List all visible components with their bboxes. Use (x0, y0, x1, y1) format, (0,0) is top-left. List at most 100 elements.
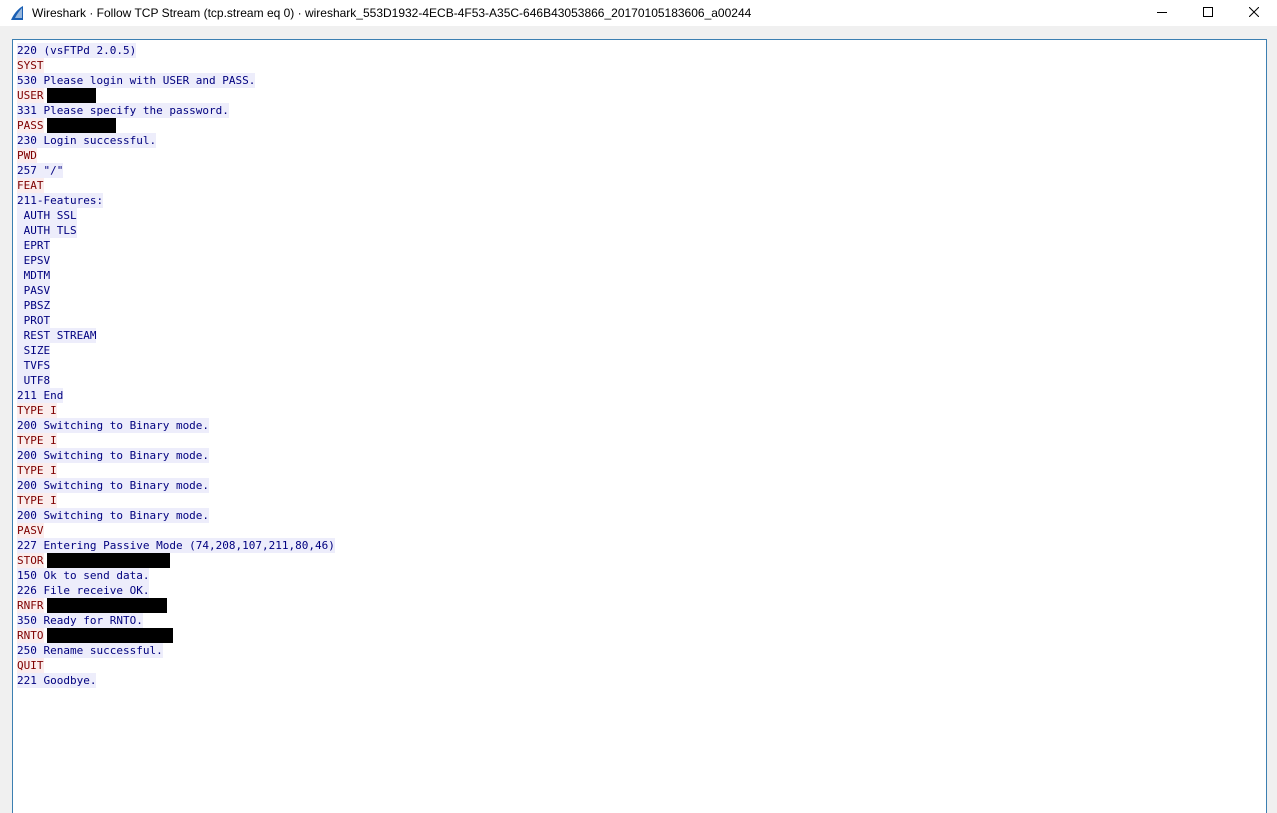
client-request-text: TYPE I (17, 403, 57, 418)
client-line: SYST (17, 58, 1266, 73)
redaction-box (46, 88, 96, 103)
server-line: AUTH SSL (17, 208, 1266, 223)
server-response-text: 200 Switching to Binary mode. (17, 448, 210, 463)
server-line: AUTH TLS (17, 223, 1266, 238)
client-line: PWD (17, 148, 1266, 163)
minimize-button[interactable] (1139, 0, 1185, 26)
server-response-text: AUTH SSL (17, 208, 77, 223)
server-line: REST STREAM (17, 328, 1266, 343)
client-line: TYPE I (17, 493, 1266, 508)
server-response-text: 211 End (17, 388, 64, 403)
client-line: STOR (17, 553, 1266, 568)
server-line: UTF8 (17, 373, 1266, 388)
server-line: 200 Switching to Binary mode. (17, 508, 1266, 523)
server-response-text: EPRT (17, 238, 51, 253)
server-response-text: 200 Switching to Binary mode. (17, 478, 210, 493)
redaction-box (46, 598, 167, 613)
client-request-text: RNFR (17, 598, 44, 613)
server-response-text: UTF8 (17, 373, 51, 388)
server-response-text: 211-Features: (17, 193, 104, 208)
server-line: 221 Goodbye. (17, 673, 1266, 688)
server-line: 226 File receive OK. (17, 583, 1266, 598)
server-line: 150 Ok to send data. (17, 568, 1266, 583)
server-line: 250 Rename successful. (17, 643, 1266, 658)
minimize-icon (1157, 4, 1167, 22)
client-request-text: TYPE I (17, 433, 57, 448)
client-request-text: PWD (17, 148, 37, 163)
server-response-text: REST STREAM (17, 328, 97, 343)
server-response-text: 230 Login successful. (17, 133, 157, 148)
server-line: 257 "/" (17, 163, 1266, 178)
client-line: PASS (17, 118, 1266, 133)
server-line: PASV (17, 283, 1266, 298)
server-response-text: 350 Ready for RNTO. (17, 613, 143, 628)
server-response-text: 331 Please specify the password. (17, 103, 229, 118)
maximize-button[interactable] (1185, 0, 1231, 26)
redaction-box (46, 553, 170, 568)
client-request-text: USER (17, 88, 44, 103)
window-controls (1139, 0, 1277, 26)
server-response-text: 226 File receive OK. (17, 583, 150, 598)
window-title: Wireshark · Follow TCP Stream (tcp.strea… (32, 6, 752, 20)
redaction-box (46, 628, 173, 643)
client-line: USER (17, 88, 1266, 103)
redaction-box (46, 118, 116, 133)
server-response-text: 220 (vsFTPd 2.0.5) (17, 43, 137, 58)
server-line: 350 Ready for RNTO. (17, 613, 1266, 628)
server-line: 200 Switching to Binary mode. (17, 418, 1266, 433)
stream-content: 220 (vsFTPd 2.0.5) SYST 530 Please login w… (13, 40, 1266, 688)
client-line: QUIT (17, 658, 1266, 673)
server-response-text: PROT (17, 313, 51, 328)
client-line: FEAT (17, 178, 1266, 193)
server-line: EPRT (17, 238, 1266, 253)
server-line: 200 Switching to Binary mode. (17, 478, 1266, 493)
server-response-text: MDTM (17, 268, 51, 283)
client-request-text: PASS (17, 118, 44, 133)
dialog-client-area: 220 (vsFTPd 2.0.5) SYST 530 Please login w… (0, 26, 1277, 813)
client-request-text: QUIT (17, 658, 44, 673)
server-line: 230 Login successful. (17, 133, 1266, 148)
client-request-text: STOR (17, 553, 44, 568)
server-line: PROT (17, 313, 1266, 328)
server-line: MDTM (17, 268, 1266, 283)
server-response-text: 530 Please login with USER and PASS. (17, 73, 256, 88)
close-icon (1248, 4, 1260, 22)
server-line: TVFS (17, 358, 1266, 373)
server-response-text: SIZE (17, 343, 51, 358)
server-response-text: 250 Rename successful. (17, 643, 163, 658)
title-bar[interactable]: Wireshark · Follow TCP Stream (tcp.strea… (0, 0, 1277, 26)
server-response-text: EPSV (17, 253, 51, 268)
server-line: 200 Switching to Binary mode. (17, 448, 1266, 463)
server-response-text: AUTH TLS (17, 223, 77, 238)
client-request-text: SYST (17, 58, 44, 73)
server-line: 227 Entering Passive Mode (74,208,107,21… (17, 538, 1266, 553)
server-response-text: 200 Switching to Binary mode. (17, 418, 210, 433)
client-line: TYPE I (17, 463, 1266, 478)
server-line: 211-Features: (17, 193, 1266, 208)
client-line: TYPE I (17, 403, 1266, 418)
tcp-stream-text-view[interactable]: 220 (vsFTPd 2.0.5) SYST 530 Please login w… (12, 39, 1267, 813)
server-line: 530 Please login with USER and PASS. (17, 73, 1266, 88)
server-response-text: 257 "/" (17, 163, 64, 178)
server-response-text: 227 Entering Passive Mode (74,208,107,21… (17, 538, 335, 553)
client-request-text: PASV (17, 523, 44, 538)
client-request-text: TYPE I (17, 493, 57, 508)
client-line: TYPE I (17, 433, 1266, 448)
server-response-text: PASV (17, 283, 51, 298)
server-line: 211 End (17, 388, 1266, 403)
close-button[interactable] (1231, 0, 1277, 26)
server-response-text: 221 Goodbye. (17, 673, 97, 688)
server-line: 220 (vsFTPd 2.0.5) (17, 43, 1266, 58)
maximize-icon (1203, 4, 1213, 22)
server-line: SIZE (17, 343, 1266, 358)
server-response-text: PBSZ (17, 298, 51, 313)
server-line: PBSZ (17, 298, 1266, 313)
server-response-text: 150 Ok to send data. (17, 568, 150, 583)
server-line: EPSV (17, 253, 1266, 268)
client-line: RNFR (17, 598, 1266, 613)
wireshark-fin-icon (9, 5, 25, 21)
server-response-text: 200 Switching to Binary mode. (17, 508, 210, 523)
client-request-text: TYPE I (17, 463, 57, 478)
client-line: PASV (17, 523, 1266, 538)
server-line: 331 Please specify the password. (17, 103, 1266, 118)
